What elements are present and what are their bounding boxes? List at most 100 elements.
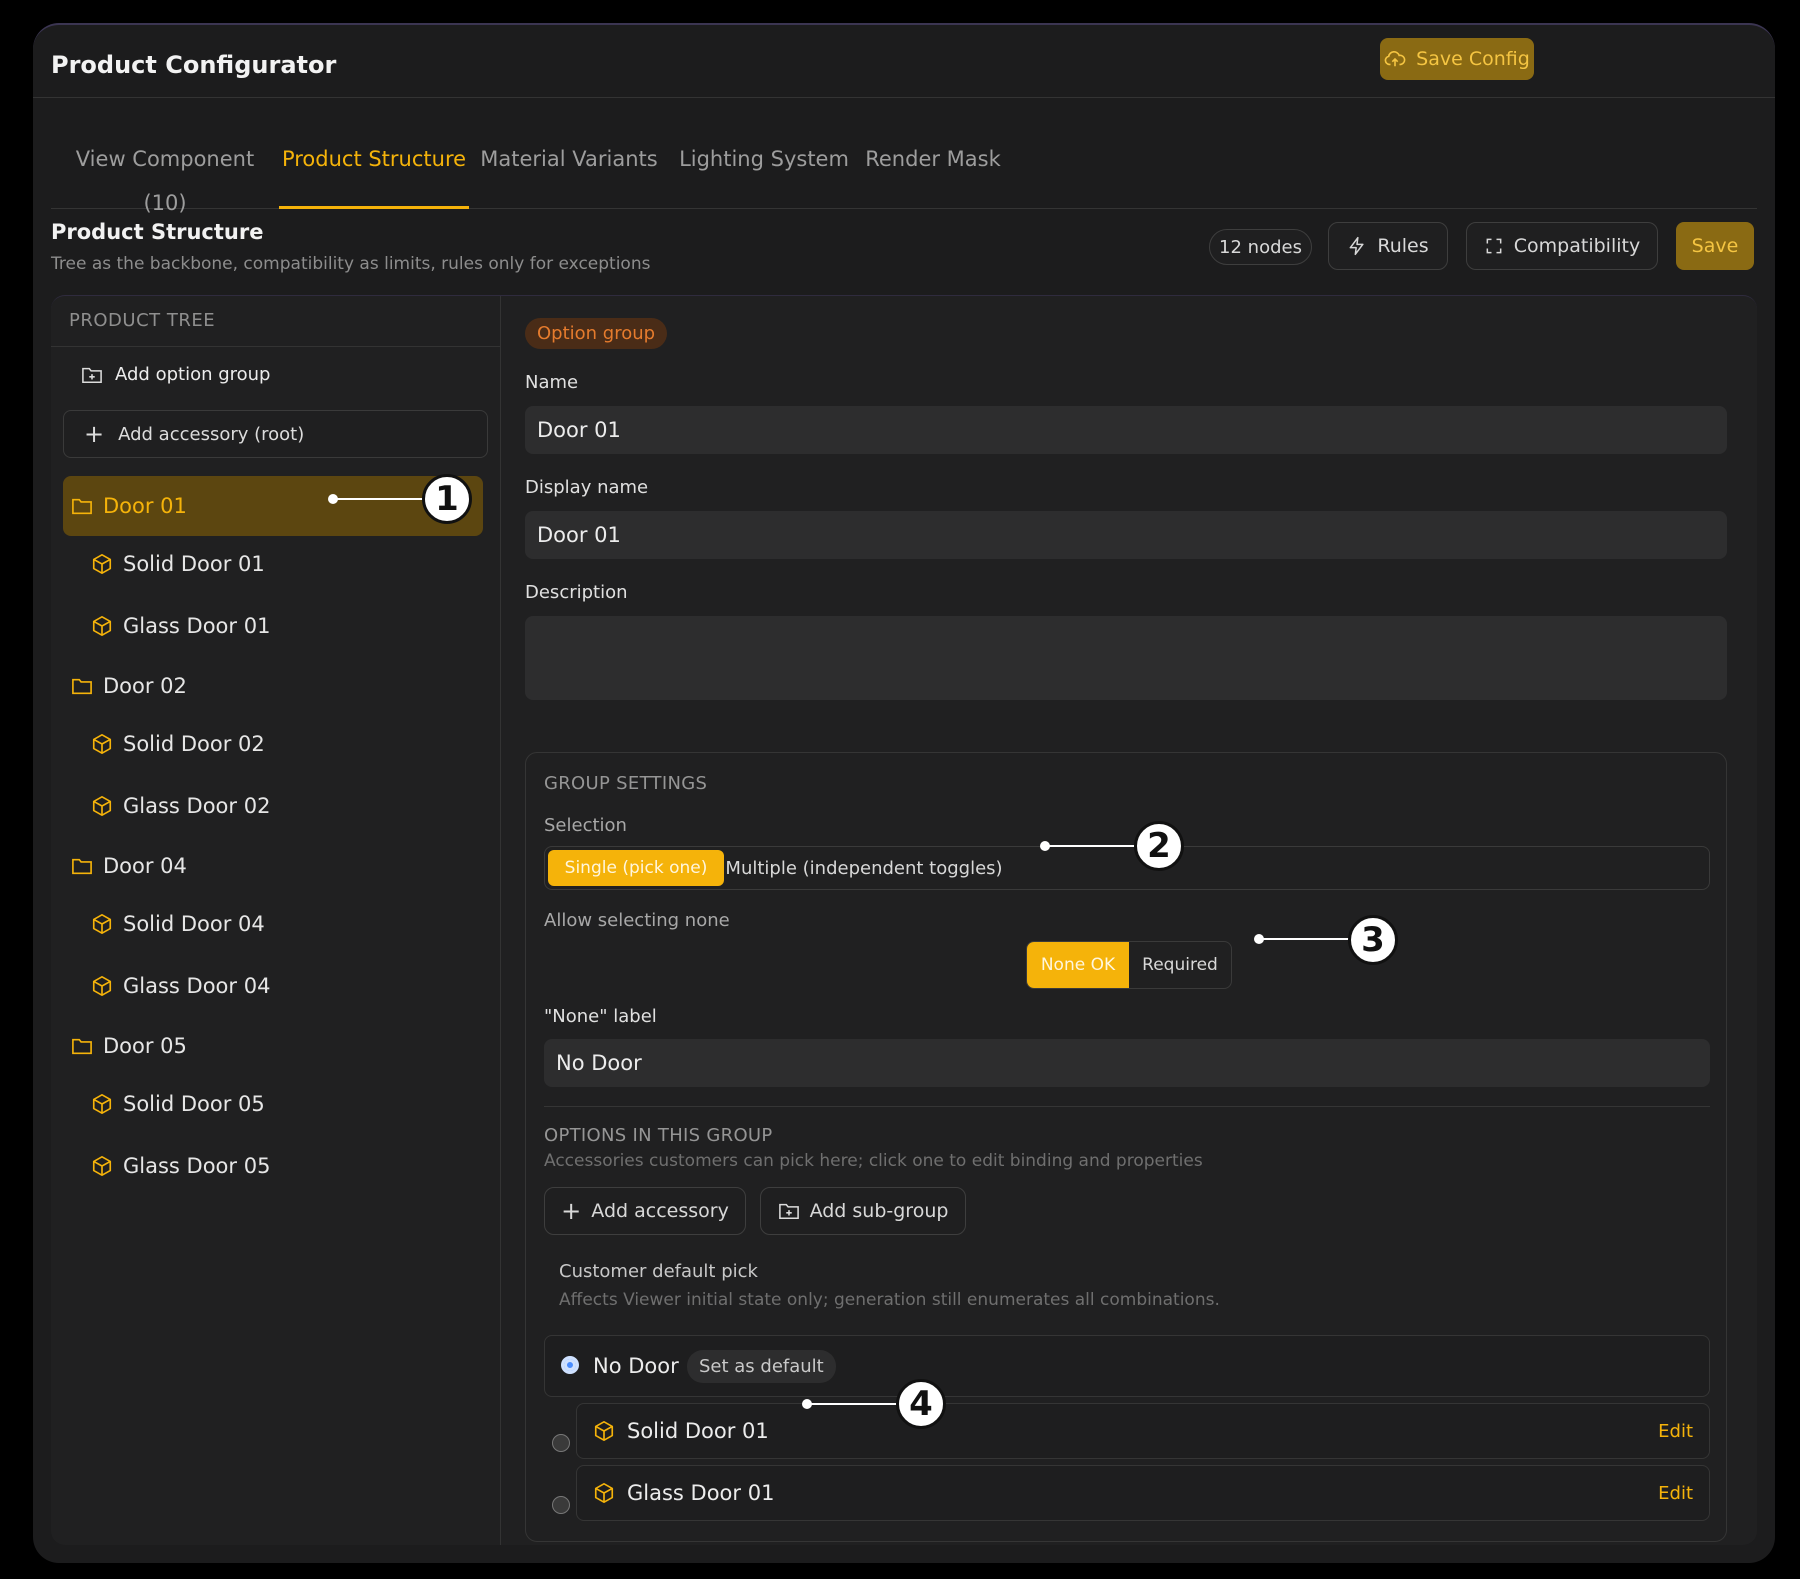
group-settings-header: GROUP SETTINGS	[544, 773, 708, 794]
option-label: Glass Door 01	[627, 1481, 775, 1505]
no-door-row[interactable]: No Door Set as default	[544, 1335, 1710, 1397]
callout-3-badge: 3	[1348, 915, 1398, 965]
none-label-label: "None" label	[544, 1006, 657, 1027]
callout-2-line	[1045, 845, 1137, 847]
glass-door-radio[interactable]	[552, 1496, 570, 1514]
display-name-input[interactable]: Door 01	[525, 511, 1727, 559]
tree-accessory-item[interactable]: Glass Door 04	[63, 956, 483, 1016]
add-subgroup-label: Add sub-group	[809, 1200, 949, 1222]
tree-accessory-item[interactable]: Glass Door 02	[63, 776, 483, 836]
tree-accessory-item[interactable]: Solid Door 02	[63, 714, 483, 774]
save-button[interactable]: Save	[1676, 222, 1754, 270]
add-option-group-label: Add option group	[115, 364, 271, 385]
display-name-label: Display name	[525, 477, 649, 498]
tab-lighting-system[interactable]: Lighting System	[671, 137, 857, 209]
options-hint: Accessories customers can pick here; cli…	[544, 1151, 1203, 1171]
tree-item-label: Door 01	[103, 494, 187, 518]
tree-header-divider	[51, 346, 500, 347]
set-as-default-button[interactable]: Set as default	[687, 1349, 836, 1383]
name-label: Name	[525, 372, 579, 393]
settings-divider	[544, 1106, 1710, 1107]
edit-link[interactable]: Edit	[1658, 1421, 1693, 1442]
tree-accessory-item[interactable]: Solid Door 04	[63, 894, 483, 954]
expand-icon	[1486, 238, 1502, 254]
tree-item-label: Glass Door 04	[123, 974, 271, 998]
save-config-button[interactable]: Save Config	[1380, 38, 1534, 80]
folder-icon	[72, 498, 92, 515]
folder-plus-icon	[82, 367, 102, 383]
tab-render-mask[interactable]: Render Mask	[863, 137, 1003, 209]
description-label: Description	[525, 582, 628, 603]
add-accessory-root-label: Add accessory (root)	[118, 423, 305, 445]
allow-none-segmented-control: None OK Required	[1026, 941, 1232, 989]
callout-4-line	[807, 1403, 899, 1405]
tree-accessory-item[interactable]: Glass Door 01	[63, 596, 483, 656]
tab-material-variants[interactable]: Material Variants	[479, 137, 659, 209]
header-divider	[33, 97, 1775, 98]
cube-icon	[92, 1094, 112, 1114]
single-pick-option[interactable]: Single (pick one)	[548, 850, 724, 886]
description-textarea[interactable]	[525, 616, 1727, 700]
plus-icon: +	[561, 1197, 582, 1225]
selection-label: Selection	[544, 815, 627, 836]
cube-icon	[594, 1421, 614, 1441]
tab-view-component[interactable]: View Component (10)	[51, 137, 279, 215]
default-pick-hint: Affects Viewer initial state only; gener…	[559, 1290, 1220, 1310]
display-name-value: Door 01	[537, 523, 621, 547]
node-count-badge: 12 nodes	[1209, 229, 1312, 265]
add-accessory-root-button[interactable]: + Add accessory (root)	[63, 410, 488, 458]
tree-group-item[interactable]: Door 01	[63, 476, 483, 536]
cube-icon	[92, 734, 112, 754]
compatibility-button[interactable]: Compatibility	[1466, 222, 1658, 270]
multiple-toggle-option[interactable]: Multiple (independent toggles)	[724, 850, 1004, 886]
app-title: Product Configurator	[51, 51, 337, 79]
tab-product-structure[interactable]: Product Structure	[279, 137, 469, 209]
no-door-radio[interactable]	[561, 1356, 579, 1374]
tree-item-label: Glass Door 01	[123, 614, 271, 638]
save-label: Save	[1691, 235, 1739, 257]
app-window: Product Configurator Save Config View Co…	[33, 23, 1775, 1563]
product-tree-header: PRODUCT TREE	[69, 310, 216, 331]
callout-2-badge: 2	[1134, 821, 1184, 871]
tree-item-label: Solid Door 04	[123, 912, 265, 936]
save-config-label: Save Config	[1416, 48, 1530, 70]
add-subgroup-button[interactable]: Add sub-group	[760, 1187, 966, 1235]
folder-icon	[72, 678, 92, 695]
cube-icon	[92, 796, 112, 816]
name-input[interactable]: Door 01	[525, 406, 1727, 454]
node-count-label: 12 nodes	[1219, 236, 1302, 258]
selection-segmented-control: Single (pick one) Multiple (independent …	[544, 846, 1710, 890]
tree-item-label: Solid Door 02	[123, 732, 265, 756]
rules-button[interactable]: Rules	[1328, 222, 1448, 270]
folder-icon	[72, 858, 92, 875]
cube-icon	[92, 616, 112, 636]
none-ok-option[interactable]: None OK	[1027, 942, 1129, 988]
plus-icon: +	[84, 420, 105, 448]
tree-accessory-item[interactable]: Solid Door 01	[63, 534, 483, 594]
option-row-glass-door[interactable]: Glass Door 01 Edit	[576, 1465, 1710, 1521]
tree-item-label: Door 05	[103, 1034, 187, 1058]
tree-accessory-item[interactable]: Glass Door 05	[63, 1136, 483, 1196]
edit-link[interactable]: Edit	[1658, 1483, 1693, 1504]
folder-plus-icon	[778, 1203, 799, 1220]
no-door-label: No Door	[593, 1354, 679, 1378]
add-option-group-button[interactable]: Add option group	[81, 364, 271, 385]
tree-item-label: Door 02	[103, 674, 187, 698]
cube-icon	[594, 1483, 614, 1503]
tree-group-item[interactable]: Door 02	[63, 656, 483, 716]
tree-item-label: Glass Door 05	[123, 1154, 271, 1178]
option-row-solid-door[interactable]: Solid Door 01 Edit	[576, 1403, 1710, 1459]
required-option[interactable]: Required	[1129, 942, 1231, 988]
add-accessory-label: Add accessory	[591, 1200, 729, 1222]
callout-4-badge: 4	[896, 1379, 946, 1429]
tree-accessory-item[interactable]: Solid Door 05	[63, 1074, 483, 1134]
detail-panel: Option group Name Door 01 Display name D…	[501, 296, 1757, 1545]
tree-group-item[interactable]: Door 05	[63, 1016, 483, 1076]
tree-group-item[interactable]: Door 04	[63, 836, 483, 896]
tree-item-label: Glass Door 02	[123, 794, 271, 818]
add-accessory-button[interactable]: + Add accessory	[544, 1187, 746, 1235]
solid-door-radio[interactable]	[552, 1434, 570, 1452]
none-label-input[interactable]: No Door	[544, 1039, 1710, 1087]
callout-1-line	[333, 498, 431, 500]
folder-icon	[72, 1038, 92, 1055]
